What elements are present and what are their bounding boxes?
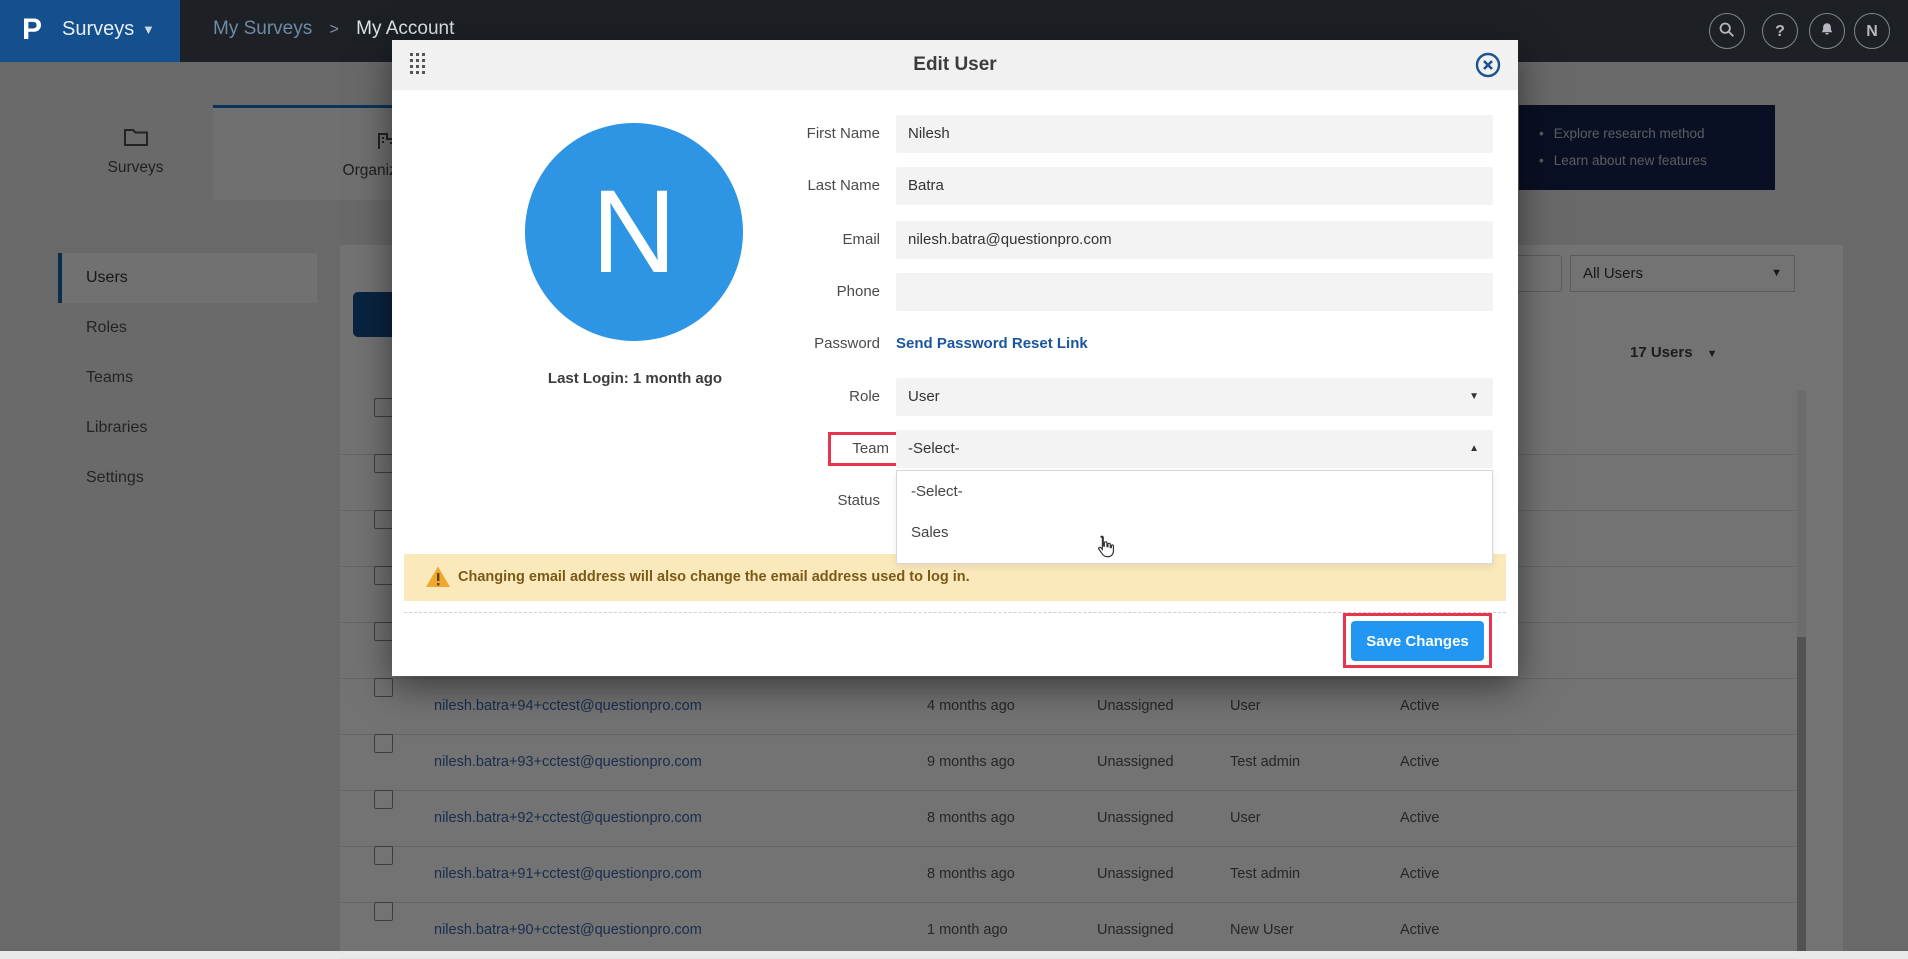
save-changes-button[interactable]: Save Changes [1351,621,1484,661]
notifications-bell-icon[interactable] [1809,13,1845,49]
team-label-annotation: Team [828,432,900,466]
search-icon[interactable] [1709,13,1745,49]
email-label: Email [692,221,880,259]
password-reset-link[interactable]: Send Password Reset Link [896,325,1088,363]
warning-triangle-icon [425,565,451,594]
status-label: Status [692,482,880,520]
chevron-down-icon: ▼ [142,22,155,37]
last-name-label: Last Name [692,167,880,205]
role-select[interactable]: User ▼ [896,378,1493,416]
edit-user-modal: Edit User N Last Login: 1 month ago Firs… [392,40,1518,676]
email-field[interactable] [896,221,1493,259]
chevron-down-icon: ▼ [1469,378,1479,416]
modal-header: Edit User [392,40,1518,90]
breadcrumb-current: My Account [356,18,454,39]
role-value: User [908,388,940,405]
breadcrumb: My Surveys > My Account [213,18,454,40]
drag-handle-icon[interactable] [410,53,425,77]
hand-cursor-icon [1092,534,1118,560]
first-name-field[interactable] [896,115,1493,153]
questionpro-logo: P [22,13,42,47]
breadcrumb-separator-icon: > [330,21,339,38]
user-avatar[interactable]: N [1854,13,1890,49]
footer-divider [404,612,1506,613]
last-name-field[interactable] [896,167,1493,205]
help-icon[interactable]: ? [1762,13,1798,49]
phone-field[interactable] [896,273,1493,311]
team-label: Team [831,435,897,463]
team-value: -Select- [908,440,960,457]
first-name-label: First Name [692,115,880,153]
close-icon[interactable] [1474,51,1502,79]
dropdown-option-select[interactable]: -Select- [897,471,1492,512]
warning-text: Changing email address will also change … [458,554,970,601]
password-label: Password [692,325,880,363]
role-label: Role [692,378,880,416]
chevron-up-icon: ▲ [1469,430,1479,468]
modal-title: Edit User [392,40,1518,90]
breadcrumb-parent[interactable]: My Surveys [213,18,312,39]
brand-area[interactable]: P Surveys ▼ [0,0,180,62]
app-menu-surveys[interactable]: Surveys [62,18,134,41]
team-dropdown-panel: -Select- Sales [896,470,1493,564]
dropdown-option-sales[interactable]: Sales [897,512,1492,553]
phone-label: Phone [692,273,880,311]
team-select[interactable]: -Select- ▲ [896,430,1493,468]
